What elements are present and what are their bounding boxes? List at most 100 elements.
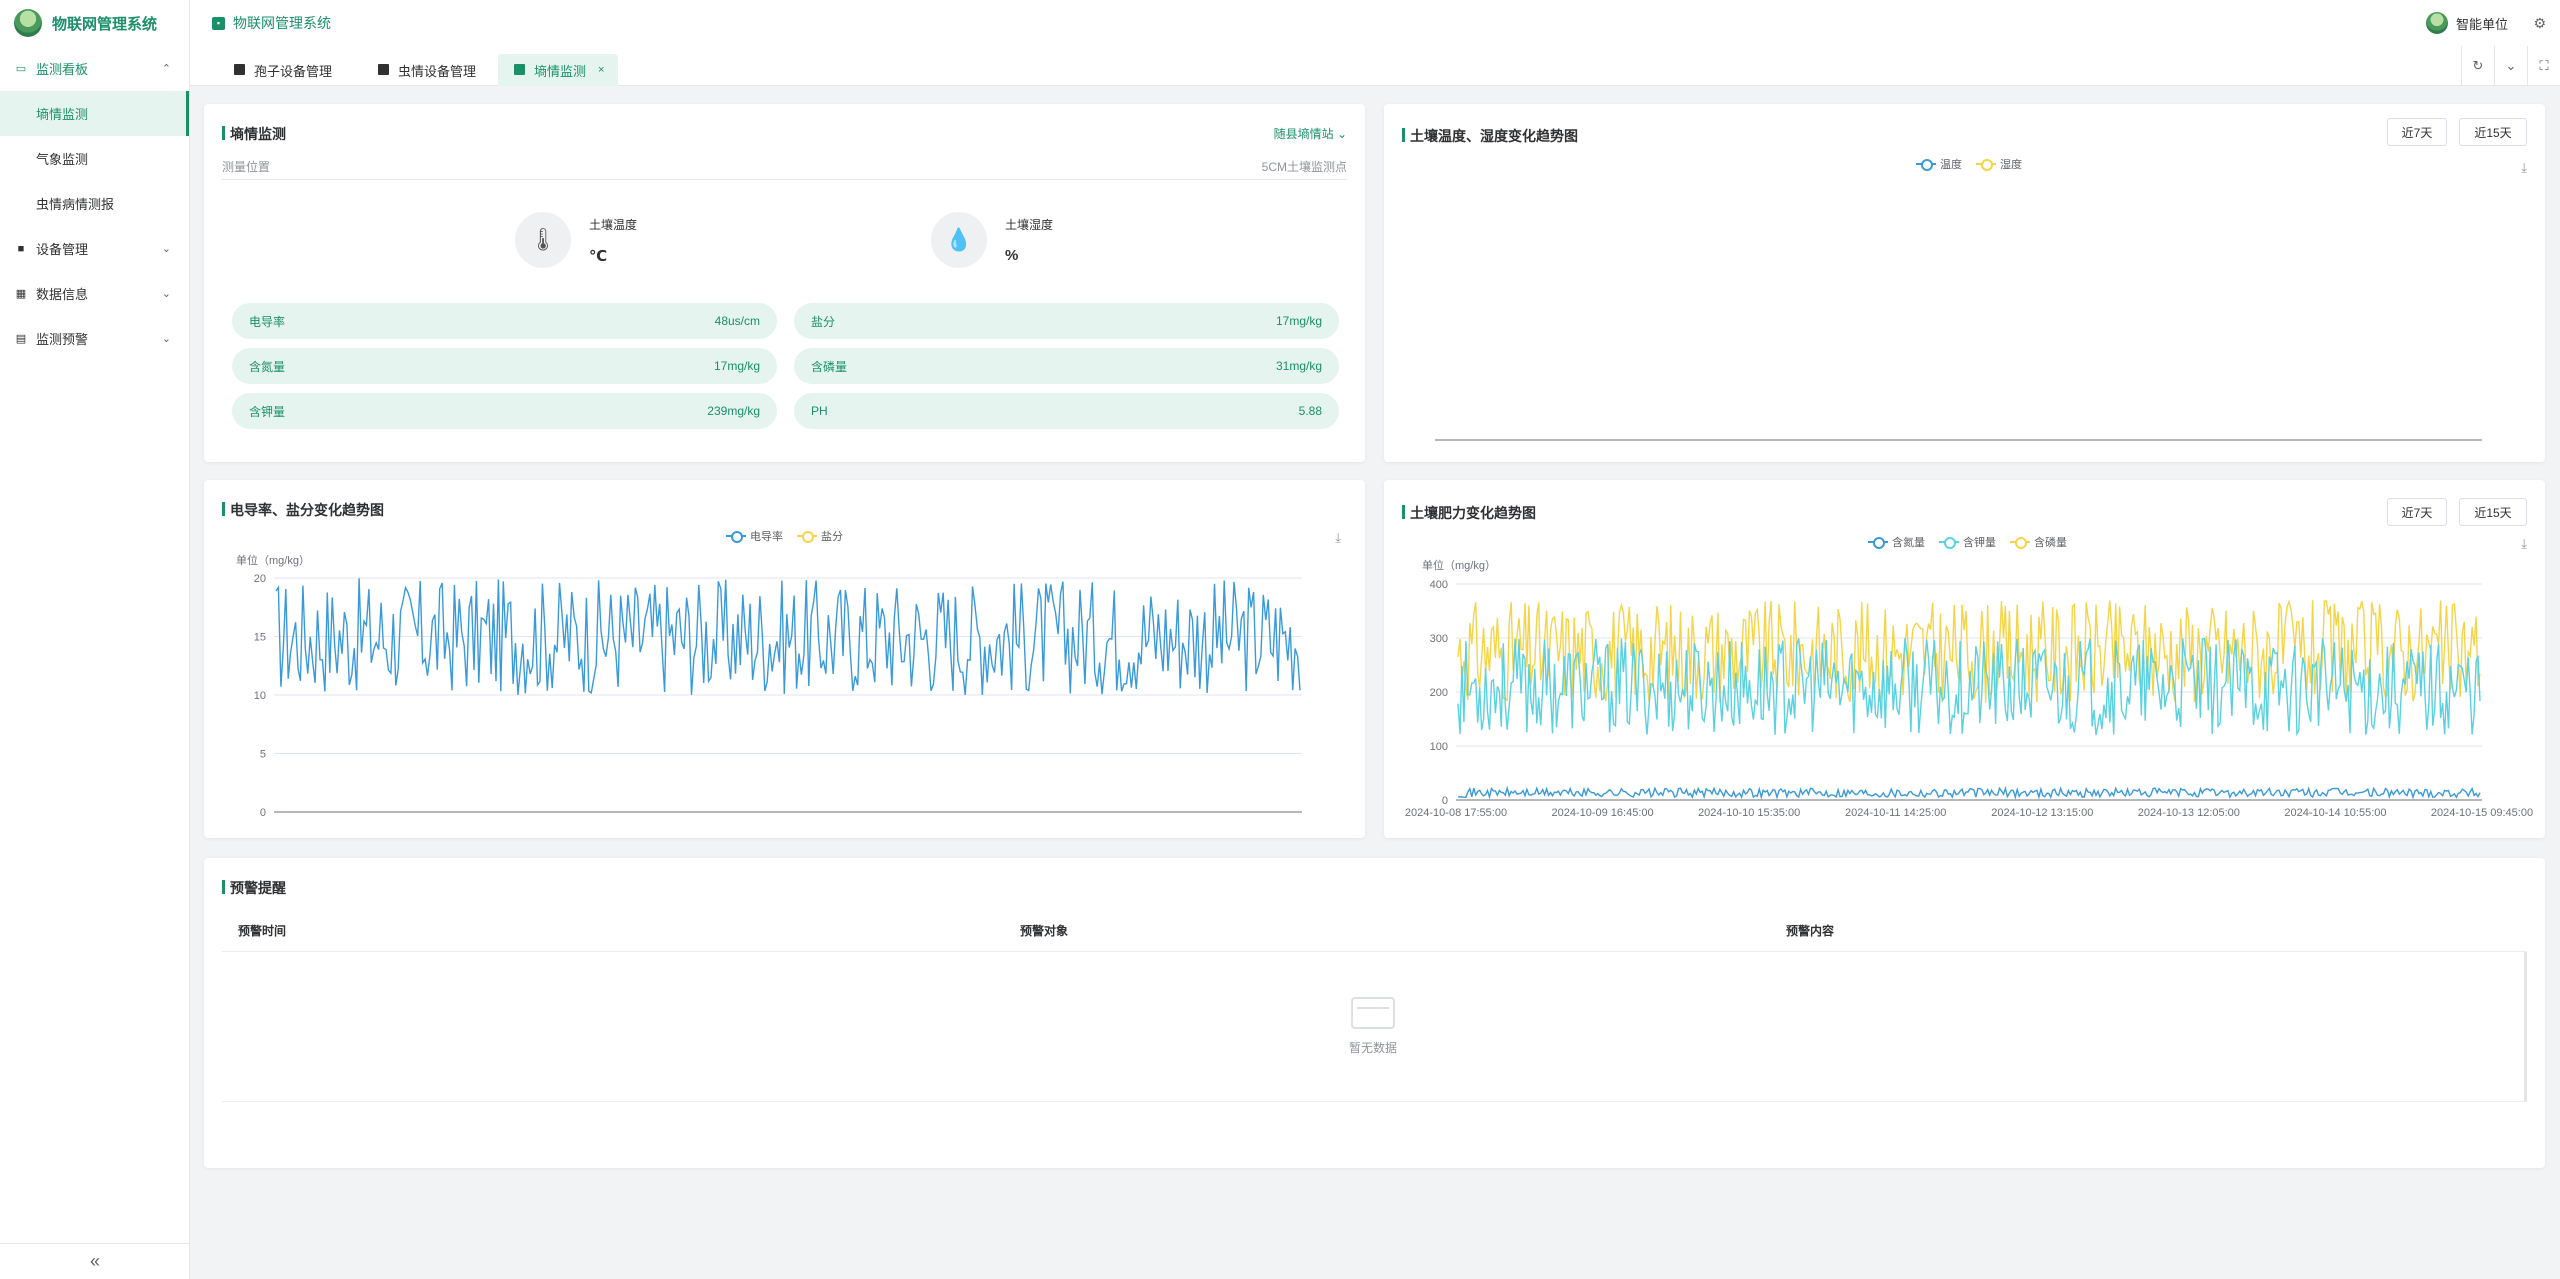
location-label: 测量位置: [222, 160, 271, 174]
column-header: 预警内容: [1786, 924, 1835, 938]
x-tick-label: 2024-10-13 12:05:00: [2138, 807, 2240, 819]
chart-plot: 单位（mg/kg） 0 5 10 15 20: [236, 553, 1302, 819]
sidebar-item-weather-monitor[interactable]: 气象监测: [0, 136, 189, 181]
menu-data-info[interactable]: ▦ 数据信息 ⌄: [0, 271, 189, 316]
card-title: 预警提醒: [222, 878, 286, 898]
fullscreen-icon[interactable]: ⛶: [2527, 46, 2560, 86]
gear-icon[interactable]: ⚙: [2533, 15, 2546, 32]
metric-pill: 含氮量 17mg/kg: [232, 348, 777, 384]
metric-pill: 含钾量 239mg/kg: [232, 393, 777, 429]
location-row: 测量位置 5CM土壤监测点: [222, 154, 1347, 180]
avatar: [2425, 12, 2448, 34]
chevron-down-icon: ⌄: [161, 243, 171, 255]
menu-label: 数据信息: [36, 287, 89, 302]
logo-icon: [14, 9, 42, 37]
metric-pill: 盐分 17mg/kg: [794, 303, 1339, 339]
metric-name: 含磷量: [811, 359, 848, 374]
collapse-sidebar-button[interactable]: «: [0, 1243, 190, 1279]
chevron-up-icon: ⌃: [161, 63, 171, 75]
tab-soil-monitor[interactable]: 墒情监测 ×: [498, 54, 619, 86]
sensor-label: 土壤湿度: [1005, 218, 1054, 232]
menu-label: 监测预警: [36, 332, 89, 347]
column-header: 预警时间: [238, 924, 287, 938]
metric-value: 48us/cm: [714, 314, 760, 328]
user-name: 智能单位: [2455, 16, 2508, 32]
sidebar-item-soil-monitor[interactable]: 墒情监测: [0, 91, 189, 136]
x-tick-label: 2024-10-08 17:55:00: [1405, 807, 1507, 819]
tab-label: 虫情设备管理: [398, 63, 477, 79]
menu-monitor-alert[interactable]: ▤ 监测预警 ⌄: [0, 316, 189, 361]
y-tick-label: 0: [1442, 795, 1448, 807]
location-value: 5CM土壤监测点: [1261, 160, 1347, 174]
metric-name: PH: [811, 404, 828, 418]
water-drop-icon: 💧: [931, 212, 987, 268]
tab-spore-device[interactable]: 孢子设备管理: [218, 54, 346, 86]
sensor-unit: ℃: [589, 247, 608, 265]
device-icon: ■: [17, 242, 25, 255]
menu-label: 监测看板: [36, 62, 89, 77]
y-tick-label: 300: [1430, 633, 1448, 645]
user-menu[interactable]: 智能单位: [2425, 12, 2508, 34]
x-tick-label: 2024-10-10 15:35:00: [1698, 807, 1800, 819]
refresh-icon[interactable]: ↻: [2461, 46, 2494, 86]
breadcrumb-icon: ▪: [212, 16, 225, 30]
sidebar-item-pest-report[interactable]: 虫情病情测报: [0, 181, 189, 226]
metric-pill: 电导率 48us/cm: [232, 303, 777, 339]
alert-doc-icon: ▤: [15, 333, 27, 345]
metric-name: 盐分: [811, 314, 836, 329]
sensor-label: 土壤温度: [589, 217, 638, 232]
tab-label: 孢子设备管理: [254, 63, 333, 79]
station-select[interactable]: 随县墒情站 ⌄: [1274, 125, 1347, 142]
y-tick-label: 100: [1430, 741, 1448, 753]
y-tick-label: 15: [254, 632, 266, 644]
metric-pill: PH 5.88: [794, 393, 1339, 429]
soil-humidity-sensor: 💧 土壤湿度 %: [931, 212, 1053, 268]
close-icon[interactable]: ×: [598, 64, 604, 76]
metric-pill: 含磷量 31mg/kg: [794, 348, 1339, 384]
grid-icon: ▦: [15, 288, 27, 300]
sidebar: 物联网管理系统 ▭ 监测看板 ⌃ 墒情监测 气象监测 虫情病情测报 ■ 设备管理…: [0, 0, 190, 1279]
y-axis-label: 单位（mg/kg）: [236, 553, 310, 567]
fertility-chart-card: 土壤肥力变化趋势图 近7天 近15天 含氮量 含钾量 含磷量 ⤓ 单位（mg/k…: [1384, 480, 2545, 838]
chevron-down-icon[interactable]: ⌄: [2494, 46, 2527, 86]
table-empty: 暂无数据: [222, 952, 2527, 1102]
y-tick-label: 400: [1430, 579, 1448, 591]
logo: 物联网管理系统: [0, 0, 189, 46]
soil-monitor-card: 墒情监测 随县墒情站 ⌄ 测量位置 5CM土壤监测点 🌡 土壤温度 ℃ 💧 土壤…: [204, 104, 1365, 462]
x-tick-label: 2024-10-15 09:45:00: [2431, 807, 2533, 819]
station-name: 随县墒情站: [1273, 127, 1334, 141]
metric-value: 17mg/kg: [713, 359, 760, 373]
sensor-unit: %: [1005, 247, 1019, 264]
metric-name: 含氮量: [249, 359, 286, 374]
alerts-card: 预警提醒 预警时间 预警对象 预警内容 暂无数据: [204, 858, 2545, 1168]
temp-humidity-chart-card: 土壤温度、湿度变化趋势图 近7天 近15天 温度 湿度 ⤓: [1384, 104, 2545, 462]
y-tick-label: 10: [254, 690, 266, 702]
y-tick-label: 20: [254, 573, 266, 585]
chevron-down-icon: ⌄: [1336, 127, 1347, 141]
tabs-bar: 孢子设备管理 虫情设备管理 墒情监测 × ↻ ⌄ ⛶: [190, 46, 2560, 86]
x-tick-label: 2024-10-12 13:15:00: [1991, 807, 2093, 819]
chevron-down-icon: ⌄: [161, 288, 171, 300]
menu-monitor-board[interactable]: ▭ 监测看板 ⌃: [0, 46, 189, 91]
soil-temp-sensor: 🌡 土壤温度 ℃: [515, 212, 637, 268]
app-title: 物联网管理系统: [52, 15, 158, 33]
menu-device-management[interactable]: ■ 设备管理 ⌄: [0, 226, 189, 271]
chevron-down-icon: ⌄: [161, 333, 171, 345]
tab-pest-device[interactable]: 虫情设备管理: [362, 54, 490, 86]
metric-value: 17mg/kg: [1275, 314, 1322, 328]
metric-name: 电导率: [249, 314, 286, 329]
y-tick-label: 5: [260, 749, 266, 761]
empty-text: 暂无数据: [1348, 1041, 1397, 1055]
series-nitrogen-line: [1457, 785, 2481, 800]
chart-plot: 单位（mg/kg） 0 100 200 300 400 2024-10-08 17:55:…: [1405, 558, 2533, 819]
y-tick-label: 0: [260, 807, 266, 819]
ec-salinity-chart-card: 电导率、盐分变化趋势图 电导率 盐分 ⤓ 单位（mg/kg） 0 5 10 15 20: [204, 480, 1365, 838]
menu-label: 设备管理: [36, 242, 89, 257]
tab-icon: [378, 64, 389, 75]
y-tick-label: 200: [1430, 687, 1448, 699]
metric-name: 含钾量: [249, 404, 286, 419]
series-potassium-line: [1457, 637, 2481, 737]
metric-value: 239mg/kg: [707, 404, 760, 418]
x-tick-label: 2024-10-09 16:45:00: [1551, 807, 1653, 819]
thermometer-icon: 🌡: [515, 212, 571, 268]
